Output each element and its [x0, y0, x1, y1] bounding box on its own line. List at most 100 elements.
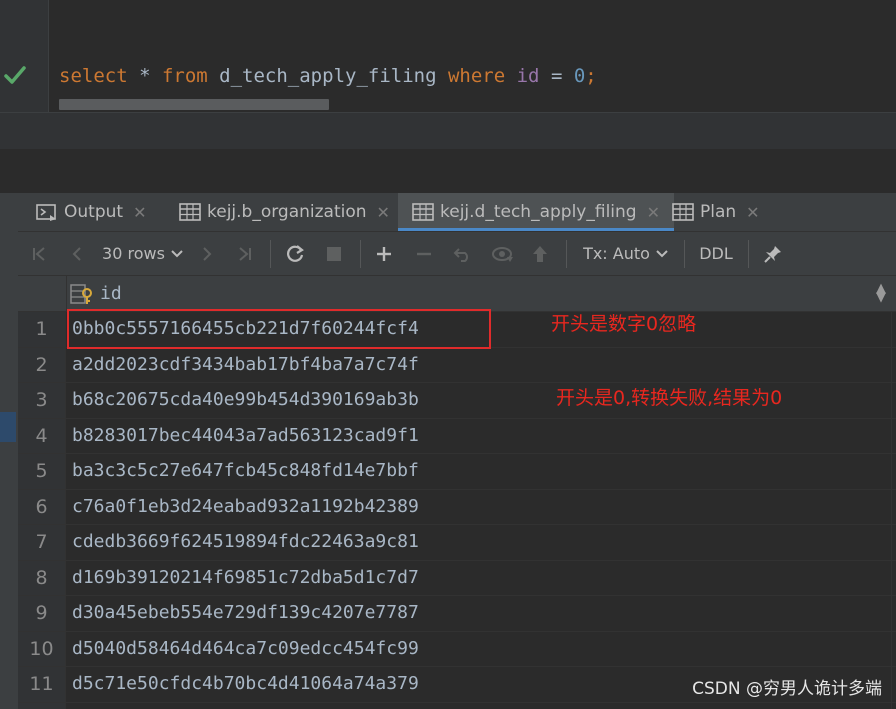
- view-query-icon[interactable]: [488, 232, 518, 275]
- cell-id[interactable]: ba3c3c5c27e647fcb45c848fd14e7bbf: [72, 454, 419, 488]
- row-number: 9: [18, 596, 66, 631]
- left-tool-strip: [0, 193, 18, 709]
- row-number: 3: [18, 383, 66, 418]
- row-number: 6: [18, 489, 66, 524]
- tx-mode-label: Tx: Auto: [583, 244, 650, 263]
- ddl-button[interactable]: DDL: [694, 232, 738, 275]
- add-row-icon[interactable]: [370, 232, 398, 275]
- refresh-icon[interactable]: [280, 232, 310, 275]
- annotation-note: 开头是数字0忽略: [551, 313, 697, 335]
- editor-gutter: [0, 0, 48, 112]
- row-number-header: [18, 276, 67, 311]
- first-page-icon[interactable]: [26, 232, 54, 275]
- column-header-id[interactable]: id: [70, 276, 122, 311]
- delete-row-icon[interactable]: [410, 232, 438, 275]
- sql-token: id: [516, 65, 540, 87]
- grid-header: id ▲ ▼: [18, 276, 896, 312]
- toolbar-separator: [566, 240, 567, 268]
- close-icon[interactable]: ✕: [746, 203, 759, 222]
- tx-mode-dropdown[interactable]: Tx: Auto: [578, 232, 674, 275]
- results-toolbar: 30 rows Tx: Auto DDL: [18, 232, 896, 276]
- results-grid[interactable]: id ▲ ▼ 1 0bb0c5557166455cb221d7f60244fcf4 …: [18, 276, 896, 709]
- row-number: 2: [18, 347, 66, 382]
- table-icon: [179, 203, 201, 221]
- sql-token: from: [161, 65, 208, 87]
- sort-icon[interactable]: ▲ ▼: [876, 282, 886, 304]
- output-icon: [36, 204, 56, 221]
- sql-query[interactable]: select * from d_tech_apply_filing where …: [59, 64, 597, 88]
- toolbar-separator: [684, 240, 685, 268]
- chevron-down-icon: [171, 249, 183, 257]
- sql-token: 0: [573, 65, 586, 87]
- toolbar-separator: [360, 240, 361, 268]
- next-page-icon[interactable]: [194, 232, 220, 275]
- cell-id[interactable]: d169b39120214f69851c72dba5d1c7d7: [72, 561, 419, 595]
- ddl-label: DDL: [699, 244, 733, 263]
- sql-token: =: [539, 65, 574, 87]
- annotation-note: 开头是0,转换失败,结果为0: [556, 387, 783, 409]
- pin-icon[interactable]: [758, 232, 788, 275]
- toolbar-separator: [748, 240, 749, 268]
- tab-plan[interactable]: Plan ✕: [672, 193, 760, 231]
- tab-output[interactable]: Output ✕: [36, 193, 146, 231]
- cell-id[interactable]: c76a0f1eb3d24eabad932a1192b42389: [72, 490, 419, 524]
- last-page-icon[interactable]: [230, 232, 258, 275]
- table-row[interactable]: 8 d169b39120214f69851c72dba5d1c7d7: [18, 560, 896, 596]
- cell-id[interactable]: b8283017bec44043a7ad563123cad9f1: [72, 419, 419, 453]
- horizontal-scrollbar[interactable]: [59, 99, 329, 110]
- cell-id[interactable]: d62fcfb6d8ce47598c3139596ded4ef: [72, 703, 408, 709]
- table-row[interactable]: 6 c76a0f1eb3d24eabad932a1192b42389: [18, 489, 896, 525]
- tab-label: Output: [64, 202, 124, 222]
- sql-token: ;: [585, 65, 597, 87]
- rows-count-dropdown[interactable]: 30 rows: [100, 232, 186, 275]
- table-row[interactable]: 5 ba3c3c5c27e647fcb45c848fd14e7bbf: [18, 454, 896, 490]
- sql-editor[interactable]: select * from d_tech_apply_filing where …: [0, 0, 896, 112]
- submit-icon[interactable]: [526, 232, 554, 275]
- cell-id[interactable]: d5040d58464d464ca7c09edcc454fc99: [72, 632, 419, 666]
- row-number: 10: [18, 631, 66, 666]
- table-row[interactable]: 10 d5040d58464d464ca7c09edcc454fc99: [18, 631, 896, 667]
- splitter[interactable]: [0, 112, 896, 150]
- revert-icon[interactable]: [448, 232, 478, 275]
- cell-id[interactable]: cdedb3669f624519894fdc22463a9c81: [72, 525, 419, 559]
- table-row[interactable]: 7 cdedb3669f624519894fdc22463a9c81: [18, 525, 896, 561]
- stop-icon[interactable]: [320, 232, 348, 275]
- row-number: 5: [18, 454, 66, 489]
- table-row[interactable]: 12 d62fcfb6d8ce47598c3139596ded4ef: [18, 702, 896, 709]
- panel-gap: [0, 149, 896, 193]
- tab-label: kejj.b_organization: [207, 202, 367, 222]
- gutter-divider: [48, 0, 49, 112]
- row-number: 7: [18, 525, 66, 560]
- column-name: id: [100, 283, 122, 304]
- grid-body: 1 0bb0c5557166455cb221d7f60244fcf4 2 a2dd2…: [18, 312, 896, 709]
- table-row[interactable]: 2 a2dd2023cdf3434bab17bf4ba7a7c74f: [18, 347, 896, 383]
- row-number: 8: [18, 560, 66, 595]
- results-tabbar: Output ✕ kejj.b_organization ✕ kejj.d_te…: [18, 193, 896, 232]
- tab-label: kejj.d_tech_apply_filing: [440, 202, 637, 222]
- close-icon[interactable]: ✕: [647, 203, 660, 222]
- tab-b-organization[interactable]: kejj.b_organization ✕: [179, 193, 390, 231]
- close-icon[interactable]: ✕: [377, 203, 390, 222]
- tab-d-tech-apply-filing[interactable]: kejj.d_tech_apply_filing ✕: [398, 193, 674, 231]
- cell-id[interactable]: d5c71e50cfdc4b70bc4d41064a74a379: [72, 667, 419, 701]
- sql-token: select: [59, 65, 128, 87]
- cell-id[interactable]: b68c20675cda40e99b454d390169ab3b: [72, 383, 419, 417]
- cell-id[interactable]: d30a45ebeb554e729df139c4207e7787: [72, 596, 419, 630]
- close-icon[interactable]: ✕: [133, 203, 146, 222]
- table-row[interactable]: 9 d30a45ebeb554e729df139c4207e7787: [18, 596, 896, 632]
- tab-label: Plan: [700, 202, 737, 222]
- annotation-highlight-box: [67, 309, 491, 349]
- rows-count-label: 30 rows: [102, 244, 165, 263]
- left-selection-marker: [0, 412, 16, 442]
- primary-key-column-icon: [70, 283, 92, 304]
- watermark: CSDN @穷男人诡计多端: [692, 679, 882, 699]
- cell-id[interactable]: a2dd2023cdf3434bab17bf4ba7a7c74f: [72, 348, 419, 382]
- sql-token: *: [127, 65, 162, 87]
- row-number: 1: [18, 312, 66, 347]
- row-number: 12: [18, 702, 66, 709]
- sql-token: where: [447, 65, 506, 87]
- table-row[interactable]: 4 b8283017bec44043a7ad563123cad9f1: [18, 418, 896, 454]
- toolbar-separator: [270, 240, 271, 268]
- prev-page-icon[interactable]: [64, 232, 90, 275]
